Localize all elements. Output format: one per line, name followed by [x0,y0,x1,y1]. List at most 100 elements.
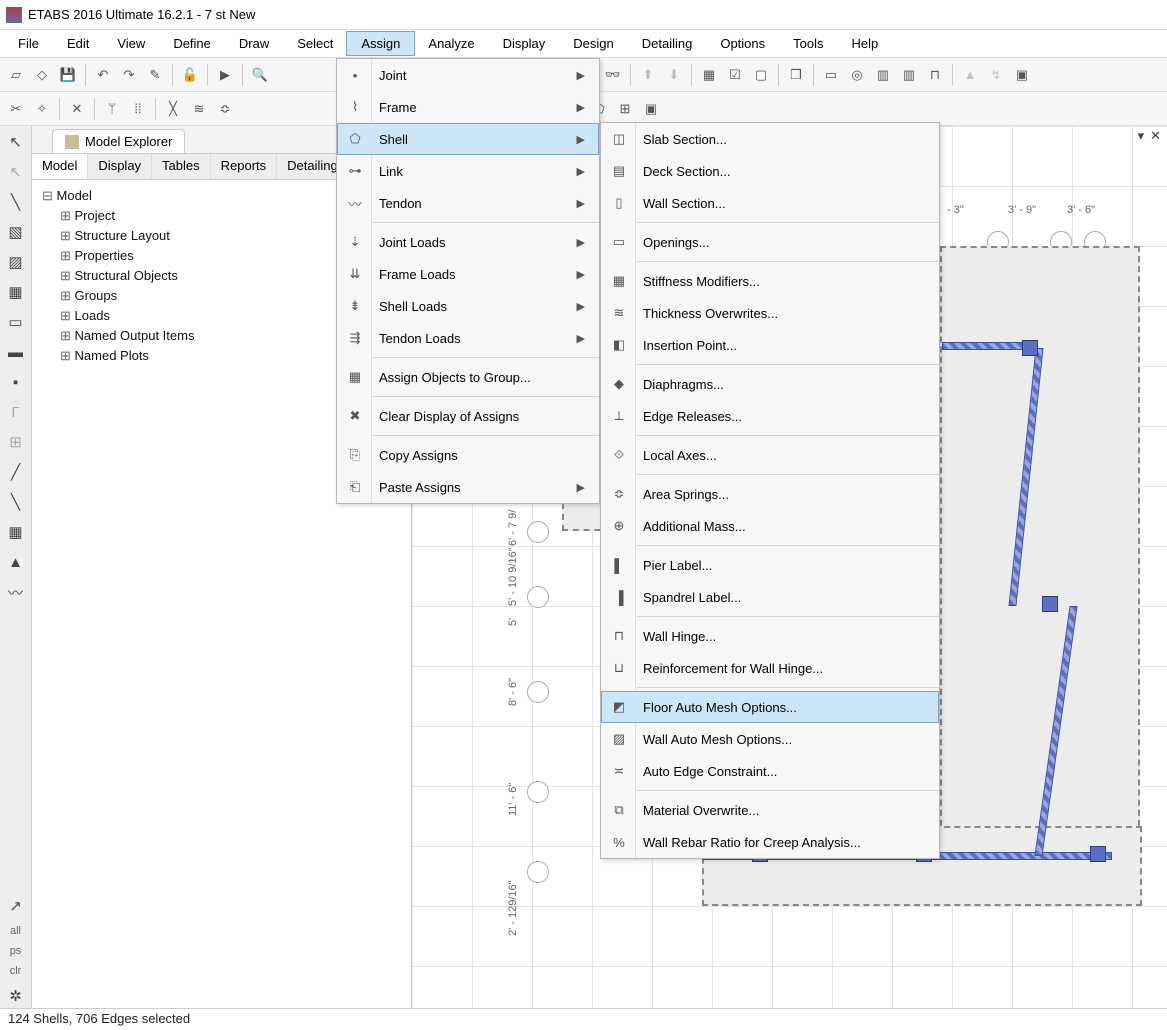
explorer-tab[interactable]: Model Explorer [52,129,185,153]
chart-icon[interactable]: ▥ [871,63,895,87]
menu-design[interactable]: Design [559,32,627,55]
sheet-tool-icon[interactable]: ▭ [4,310,28,334]
menu-analyze[interactable]: Analyze [414,32,488,55]
node-point[interactable] [1042,596,1058,612]
snap-icon[interactable]: ▦ [697,63,721,87]
rect-sel2-icon[interactable]: ▨ [4,250,28,274]
menu-item[interactable]: ⬠Shell▶ [337,123,599,155]
slash-tool-icon[interactable]: ╱ [4,460,28,484]
menu-item[interactable]: ▦Stiffness Modifiers... [601,265,939,297]
clr-label[interactable]: clr [7,964,25,978]
menu-select[interactable]: Select [283,32,347,55]
tri-icon[interactable]: ▲ [958,63,982,87]
menu-item[interactable]: ▤Deck Section... [601,155,939,187]
glasses-icon[interactable]: 👓 [601,63,625,87]
new-icon[interactable]: ▱ [4,63,28,87]
subtab-display[interactable]: Display [88,154,152,179]
menu-item[interactable]: ◧Insertion Point... [601,329,939,361]
menu-item[interactable]: ◫Slab Section... [601,123,939,155]
menu-item[interactable]: ⧉Material Overwrite... [601,794,939,826]
sparkle-icon[interactable]: ✧ [30,97,54,121]
menu-item[interactable]: ≋Thickness Overwrites... [601,297,939,329]
line-tool-icon[interactable]: ╲ [4,190,28,214]
box-icon[interactable]: ▢ [749,63,773,87]
node-point[interactable] [1090,846,1106,862]
diag-icon[interactable]: ╳ [161,97,185,121]
arrow3-icon[interactable]: ↯ [984,63,1008,87]
menu-bar[interactable]: FileEditViewDefineDrawSelectAssignAnalyz… [0,30,1167,58]
zoom-icon[interactable]: 🔍 [248,63,272,87]
menu-item[interactable]: ⇣Joint Loads▶ [337,226,599,258]
menu-define[interactable]: Define [159,32,225,55]
all-label[interactable]: all [7,924,24,938]
assign-menu[interactable]: •Joint▶⌇Frame▶⬠Shell▶⊶Link▶〰Tendon▶⇣Join… [336,58,600,504]
undo-icon[interactable]: ↶ [91,63,115,87]
menu-item[interactable]: ⇶Tendon Loads▶ [337,322,599,354]
cube-icon[interactable]: ❒ [784,63,808,87]
menu-tools[interactable]: Tools [779,32,837,55]
menu-options[interactable]: Options [706,32,779,55]
menu-item[interactable]: ⌇Frame▶ [337,91,599,123]
menu-item[interactable]: ◆Diaphragms... [601,368,939,400]
redo-icon[interactable]: ↷ [117,63,141,87]
menu-file[interactable]: File [4,32,53,55]
up-arrow-icon[interactable]: ⬆ [636,63,660,87]
shell-submenu[interactable]: ◫Slab Section...▤Deck Section...▯Wall Se… [600,122,940,859]
run-icon[interactable]: ▶ [213,63,237,87]
arrow-tool-icon[interactable]: ↗ [4,894,28,918]
columns-icon[interactable]: ᛘ [100,97,124,121]
menu-item[interactable]: ⊔Reinforcement for Wall Hinge... [601,652,939,684]
rect-icon[interactable]: ▭ [819,63,843,87]
menu-item[interactable]: ⊕Additional Mass... [601,510,939,542]
menu-item[interactable]: ▯Wall Section... [601,187,939,219]
menu-item[interactable]: ✖Clear Display of Assigns [337,400,599,432]
menu-item[interactable]: %Wall Rebar Ratio for Creep Analysis... [601,826,939,858]
target-icon[interactable]: ◎ [845,63,869,87]
grid-tool-icon[interactable]: ⊞ [4,430,28,454]
rect-sel3-icon[interactable]: ▦ [4,280,28,304]
menu-item[interactable]: ▭Openings... [601,226,939,258]
wave-tool-icon[interactable]: 〰 [4,580,28,604]
menu-item[interactable]: ▨Wall Auto Mesh Options... [601,723,939,755]
panel3-icon[interactable]: ⊞ [613,97,637,121]
menu-item[interactable]: ⎗Paste Assigns▶ [337,471,599,503]
cross-icon[interactable]: ✕ [65,97,89,121]
menu-item[interactable]: ⇟Shell Loads▶ [337,290,599,322]
table-tool-icon[interactable]: ▦ [4,520,28,544]
scissors-icon[interactable]: ✂ [4,97,28,121]
check-icon[interactable]: ☑ [723,63,747,87]
pointer-icon[interactable]: ↖ [4,130,28,154]
menu-item[interactable]: ▌Pier Label... [601,549,939,581]
sheet3-tool-icon[interactable]: ▪ [4,370,28,394]
l-tool-icon[interactable]: Γ [4,400,28,424]
misc1-icon[interactable]: ≋ [187,97,211,121]
subtab-model[interactable]: Model [32,154,88,179]
menu-item[interactable]: ◩Floor Auto Mesh Options... [601,691,939,723]
menu-draw[interactable]: Draw [225,32,283,55]
pencil-icon[interactable]: ✎ [143,63,167,87]
menu-item[interactable]: ≍Auto Edge Constraint... [601,755,939,787]
menu-item[interactable]: ⊶Link▶ [337,155,599,187]
node-point[interactable] [1022,340,1038,356]
save-icon[interactable]: 💾 [56,63,80,87]
menu-item[interactable]: ⎘Copy Assigns [337,439,599,471]
dbl-tool-icon[interactable]: ╲ [4,490,28,514]
menu-item[interactable]: ▐Spandrel Label... [601,581,939,613]
rect-sel-icon[interactable]: ▧ [4,220,28,244]
panel4-icon[interactable]: ▣ [639,97,663,121]
tri-tool-icon[interactable]: ▲ [4,550,28,574]
beam-element[interactable] [942,342,1032,350]
bars-icon[interactable]: ▥ [897,63,921,87]
menu-item[interactable]: ⇊Frame Loads▶ [337,258,599,290]
subtab-tables[interactable]: Tables [152,154,211,179]
menu-item[interactable]: •Joint▶ [337,59,599,91]
menu-display[interactable]: Display [489,32,560,55]
menu-item[interactable]: ⟐Local Axes... [601,439,939,471]
menu-item[interactable]: ≎Area Springs... [601,478,939,510]
screen-icon[interactable]: ▣ [1010,63,1034,87]
menu-detailing[interactable]: Detailing [628,32,707,55]
selected-shell[interactable] [940,246,1140,856]
menu-item[interactable]: ⊓Wall Hinge... [601,620,939,652]
subtab-reports[interactable]: Reports [211,154,278,179]
lock-icon[interactable]: 🔓 [178,63,202,87]
